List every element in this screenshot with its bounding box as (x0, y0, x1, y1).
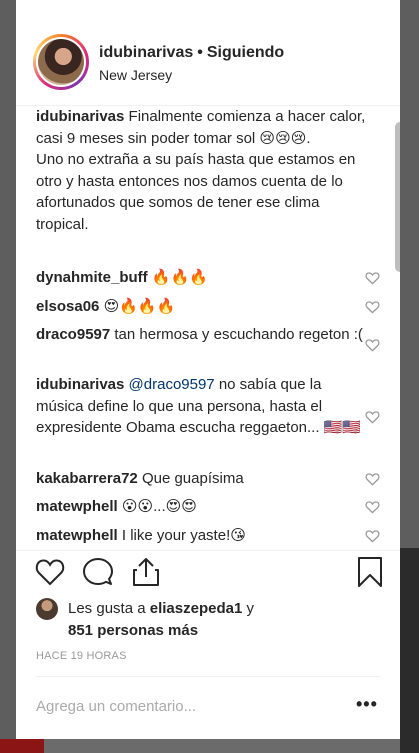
header-user-line: idubinarivas • Siguiendo (99, 44, 284, 62)
follow-status-button[interactable]: Siguiendo (207, 44, 284, 61)
comment-handle[interactable]: idubinarivas (36, 108, 124, 125)
separator-dot: • (197, 44, 203, 61)
avatar[interactable] (36, 598, 58, 620)
share-upload-icon[interactable] (130, 556, 162, 588)
heart-icon[interactable] (365, 472, 380, 486)
comment-text: tan hermosa y escuchando regeton :( (114, 326, 363, 343)
list-item: matewphell 😮😮...😍😍 (36, 496, 366, 518)
heart-icon[interactable] (365, 500, 380, 514)
caption-comment: idubinarivas Finalmente comienza a hacer… (36, 106, 366, 235)
comment-handle[interactable]: kakabarrera72 (36, 470, 138, 487)
heart-icon[interactable] (365, 529, 380, 543)
background-red-block (0, 739, 44, 753)
list-item: matewphell I like your yaste!😘 (36, 525, 366, 546)
divider (36, 676, 380, 677)
background-right-block (400, 548, 419, 753)
location-link[interactable]: New Jersey (99, 67, 172, 83)
likes-count-link[interactable]: 851 personas más (68, 620, 198, 642)
action-bar (16, 550, 400, 595)
bookmark-icon[interactable] (354, 556, 386, 588)
add-comment-input[interactable] (36, 694, 336, 718)
comment-handle[interactable]: dynahmite_buff (36, 269, 148, 286)
heart-icon[interactable] (365, 271, 380, 285)
comment-text: Que guapísima (141, 470, 244, 487)
comment-handle[interactable]: matewphell (36, 527, 118, 544)
username-link[interactable]: idubinarivas (99, 44, 193, 61)
likes-summary: Les gusta a eliaszepeda1 y 851 personas … (36, 598, 376, 642)
heart-icon[interactable] (365, 338, 380, 352)
comment-handle[interactable]: elsosa06 (36, 298, 99, 315)
heart-icon[interactable] (365, 300, 380, 314)
list-item: idubinarivas @draco9597 no sabía que la … (36, 374, 366, 439)
background-strip (0, 739, 419, 753)
comment-text-continued: Uno no extraña a su país hasta que estam… (36, 151, 356, 233)
heart-outline-icon[interactable] (34, 556, 66, 588)
heart-icon[interactable] (365, 410, 380, 424)
comment-handle[interactable]: idubinarivas (36, 376, 124, 393)
comment-mention[interactable]: @draco9597 (129, 376, 215, 393)
avatar-photo (38, 39, 84, 85)
comment-handle[interactable]: draco9597 (36, 326, 110, 343)
comment-text: I like your yaste!😘 (121, 527, 246, 544)
comment-text: 😍🔥🔥🔥 (103, 298, 176, 315)
likes-line: Les gusta a eliaszepeda1 y (68, 598, 254, 620)
comments-list[interactable]: idubinarivas Finalmente comienza a hacer… (16, 106, 400, 546)
likes-prefix: Les gusta a (68, 600, 146, 617)
comments-scrollbar[interactable] (395, 122, 400, 272)
post-panel: idubinarivas • Siguiendo New Jersey idubin… (16, 0, 400, 739)
comment-text: 😮😮...😍😍 (121, 498, 197, 515)
comment-text: 🔥🔥🔥 (151, 269, 208, 286)
post-header: idubinarivas • Siguiendo New Jersey (16, 0, 400, 106)
avatar[interactable] (33, 34, 89, 90)
more-options-icon[interactable]: ••• (356, 694, 378, 715)
post-timestamp[interactable]: HACE 19 HORAS (36, 650, 127, 662)
list-item: elsosa06 😍🔥🔥🔥 (36, 296, 366, 318)
likes-conjunction: y (246, 600, 254, 617)
liker-username-link[interactable]: eliaszepeda1 (150, 600, 243, 617)
list-item: kakabarrera72 Que guapísima (36, 468, 366, 490)
list-item: draco9597 tan hermosa y escuchando reget… (36, 324, 366, 346)
comment-handle[interactable]: matewphell (36, 498, 118, 515)
speech-bubble-icon[interactable] (82, 556, 114, 588)
list-item: dynahmite_buff 🔥🔥🔥 (36, 267, 366, 289)
